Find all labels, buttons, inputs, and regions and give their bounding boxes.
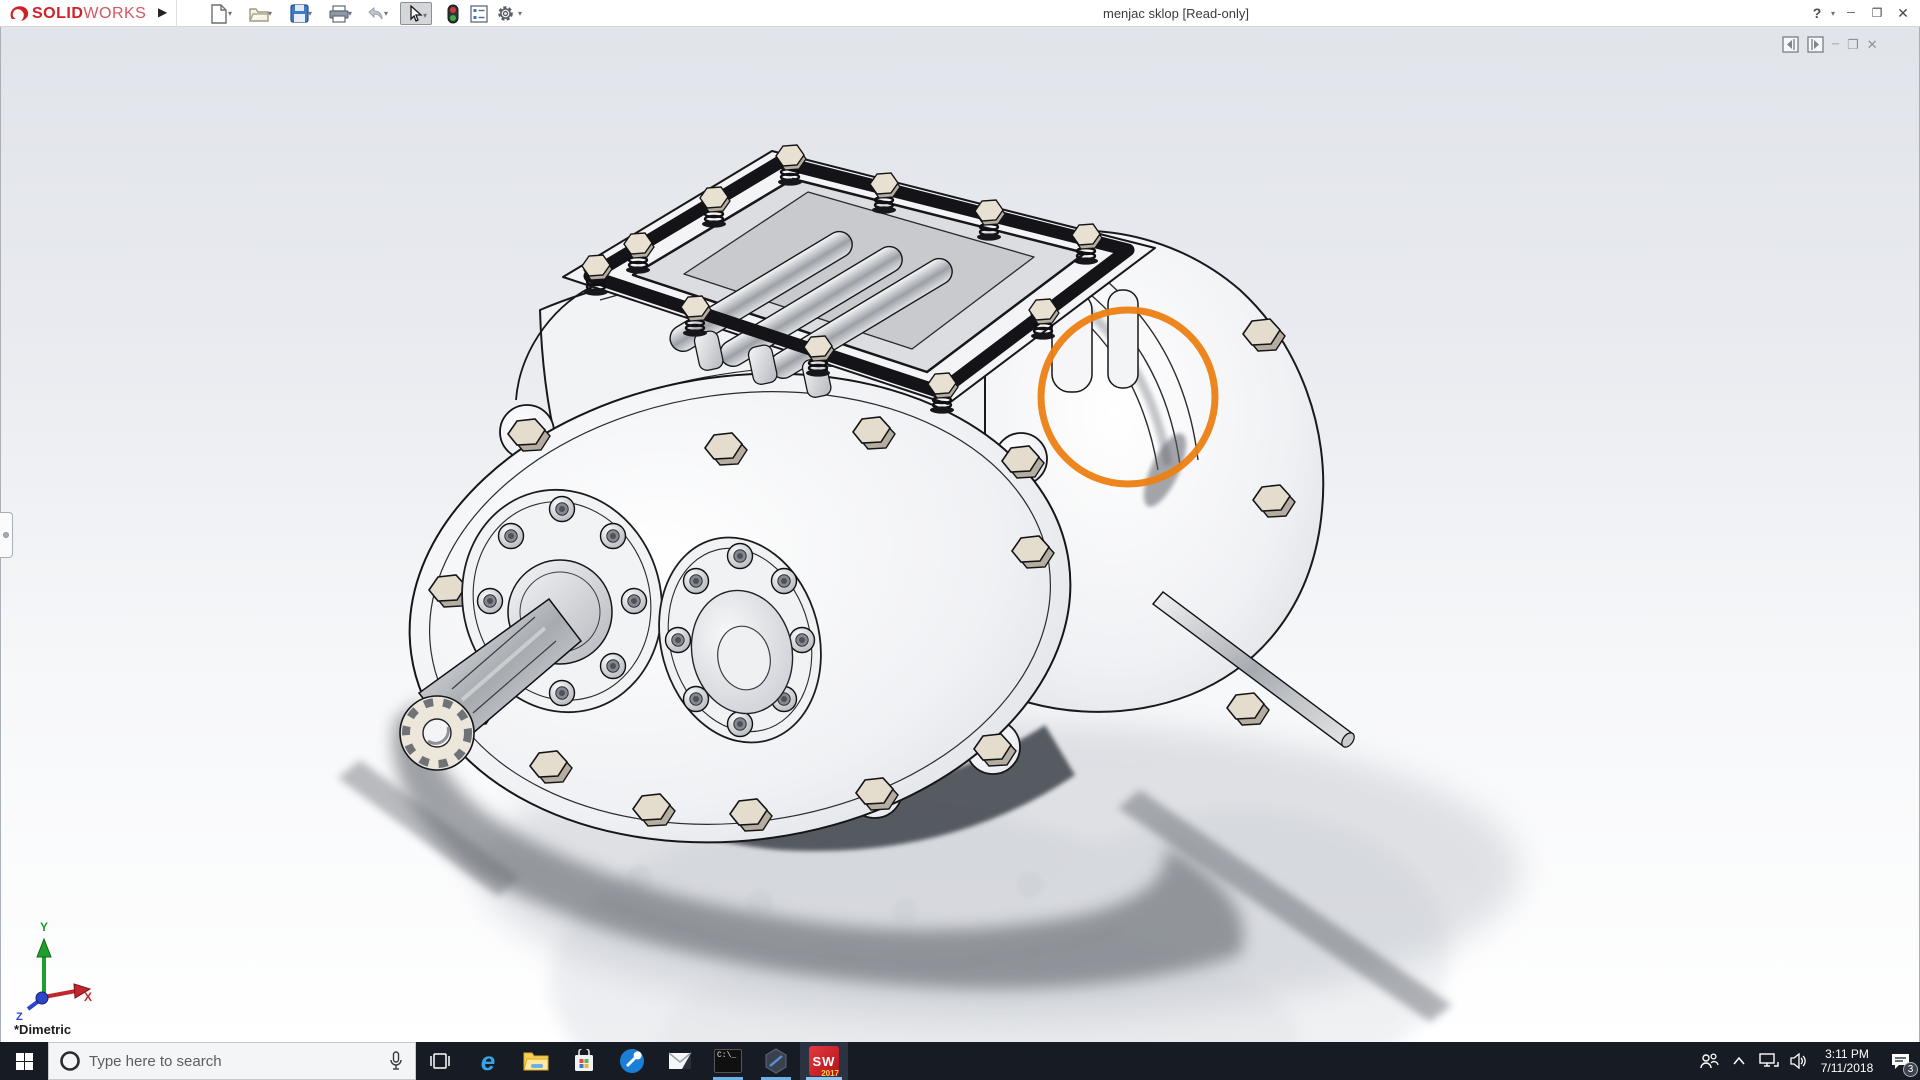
system-tray: 3:11 PM 7/11/2018 3 (1694, 1042, 1920, 1080)
document-title: menjac sklop [Read-only] (1103, 6, 1249, 21)
taskbar: Type here to search e (0, 1042, 1920, 1080)
document-window-controls: ─ ❐ ✕ (1782, 36, 1878, 53)
reference-triad[interactable]: Y X Z (4, 915, 94, 1020)
windows-logo-icon (16, 1053, 33, 1070)
start-button[interactable] (0, 1042, 48, 1080)
taskbar-app-mail[interactable] (656, 1042, 704, 1080)
taskbar-search-box[interactable]: Type here to search (48, 1042, 416, 1080)
taskbar-app-solidworks[interactable]: SW 2017 (800, 1042, 848, 1080)
doc-close-button[interactable]: ✕ (1867, 37, 1878, 53)
hexagon-app-icon (762, 1047, 790, 1075)
tray-overflow-button[interactable] (1724, 1042, 1754, 1080)
file-explorer-icon (523, 1050, 549, 1072)
taskbar-app-store[interactable] (560, 1042, 608, 1080)
taskbar-app-file-explorer[interactable] (512, 1042, 560, 1080)
taskbar-app-support-tool[interactable] (608, 1042, 656, 1080)
toolbar-flyout-arrow[interactable]: ▶ (158, 5, 167, 19)
minimize-button[interactable]: ─ (1840, 4, 1862, 22)
search-placeholder: Type here to search (89, 1053, 389, 1070)
new-dropdown-caret[interactable]: ▾ (228, 9, 232, 18)
edge-icon: e (481, 1046, 495, 1077)
triad-x-label: X (84, 990, 92, 1004)
action-center-button[interactable]: 3 (1880, 1042, 1920, 1080)
task-view-button[interactable] (416, 1042, 464, 1080)
cortana-icon (59, 1050, 81, 1072)
view-orientation-label: *Dimetric (14, 1022, 71, 1037)
task-view-icon (430, 1052, 450, 1070)
feature-manager-collapsed-tab[interactable] (0, 512, 13, 558)
taskbar-app-edge[interactable]: e (464, 1042, 512, 1080)
people-icon (1699, 1053, 1719, 1069)
select-button[interactable]: ▾ (400, 2, 432, 25)
select-dropdown-caret[interactable]: ▾ (423, 11, 427, 20)
people-button[interactable] (1694, 1042, 1724, 1080)
triad-z-label: Z (16, 1011, 23, 1020)
network-icon (1759, 1053, 1779, 1069)
undo-dropdown-caret[interactable]: ▾ (384, 9, 388, 18)
dassault-logo-mark (8, 3, 32, 25)
clock-time: 3:11 PM (1814, 1047, 1880, 1061)
clock[interactable]: 3:11 PM 7/11/2018 (1814, 1047, 1880, 1075)
clock-date: 7/11/2018 (1814, 1061, 1880, 1075)
new-document-icon (210, 4, 228, 24)
expand-pane-right-icon[interactable] (1807, 36, 1824, 53)
brand-text-works: WORKS (83, 5, 146, 23)
chevron-up-icon (1733, 1057, 1745, 1065)
save-floppy-icon (290, 4, 309, 23)
notification-badge: 3 (1903, 1062, 1918, 1077)
store-icon (573, 1049, 595, 1073)
solidworks-window: SOLID WORKS ▶ ▾ ▾ ▾ (0, 0, 1920, 1080)
title-bar: SOLID WORKS ▶ ▾ ▾ ▾ (0, 0, 1920, 27)
restore-button[interactable]: ❐ (1866, 4, 1888, 22)
mail-icon (668, 1052, 692, 1070)
select-cursor-icon (409, 5, 423, 22)
print-dropdown-caret[interactable]: ▾ (348, 9, 352, 18)
graphics-viewport[interactable] (0, 27, 1920, 1042)
volume-button[interactable] (1784, 1042, 1814, 1080)
save-dropdown-caret[interactable]: ▾ (308, 9, 312, 18)
taskbar-app-command-prompt[interactable]: C:\_ (704, 1042, 752, 1080)
options-gear-icon (496, 4, 515, 23)
speaker-icon (1790, 1053, 1808, 1069)
print-icon (329, 5, 349, 23)
doc-minimize-button[interactable]: ─ (1832, 39, 1839, 50)
open-dropdown-caret[interactable]: ▾ (268, 9, 272, 18)
file-properties-button[interactable] (466, 2, 492, 25)
solidworks-logo: SOLID WORKS (8, 2, 146, 25)
expand-pane-left-icon[interactable] (1782, 36, 1799, 53)
solidworks-app-icon: SW 2017 (809, 1046, 839, 1076)
open-folder-icon (249, 5, 269, 23)
tab-grip-dot (3, 532, 9, 538)
toolbar-separator (176, 0, 177, 27)
command-prompt-icon: C:\_ (714, 1049, 742, 1073)
microphone-icon[interactable] (389, 1051, 403, 1071)
doc-restore-button[interactable]: ❐ (1847, 37, 1859, 53)
close-button[interactable]: ✕ (1892, 4, 1914, 22)
wrench-circle-icon (619, 1048, 645, 1074)
network-button[interactable] (1754, 1042, 1784, 1080)
options-dropdown-caret[interactable]: ▾ (518, 9, 522, 18)
rebuild-traffic-light-icon (447, 4, 459, 24)
file-properties-icon (470, 5, 488, 23)
brand-text-solid: SOLID (32, 5, 83, 23)
taskbar-app-hexagon[interactable] (752, 1042, 800, 1080)
undo-icon (365, 6, 385, 22)
options-button[interactable] (492, 2, 518, 25)
triad-y-label: Y (40, 920, 48, 934)
rebuild-button[interactable] (440, 2, 466, 25)
